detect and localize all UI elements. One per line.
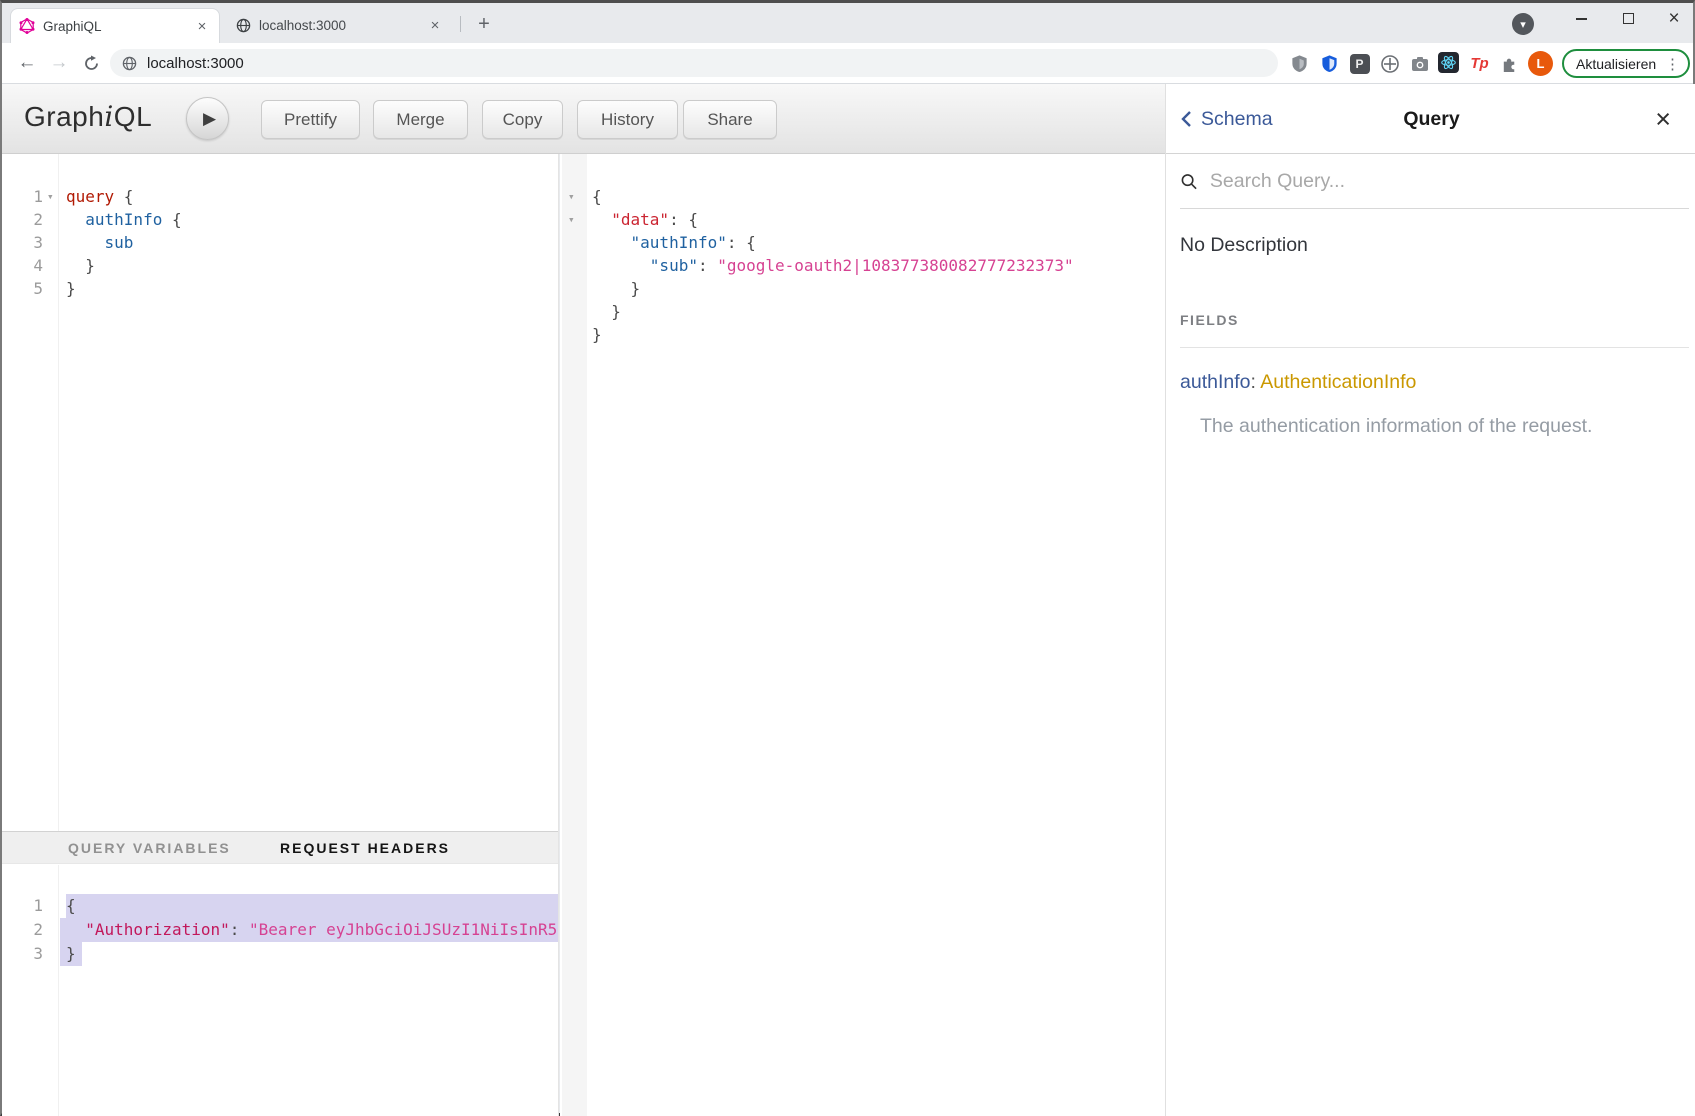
doc-no-description: No Description (1180, 234, 1308, 257)
doc-search-box (1180, 154, 1689, 209)
extension-picker-icon[interactable] (1378, 52, 1401, 75)
line-number: 1 (2, 185, 43, 208)
line-number: 3 (2, 231, 43, 254)
tab-close-icon[interactable]: × (193, 17, 211, 35)
doc-field-row: authInfo: AuthenticationInfo (1180, 371, 1416, 394)
code-line: } (592, 277, 640, 300)
code-line: { (592, 185, 602, 208)
browser-tab-graphiql[interactable]: GraphiQL × (10, 8, 220, 43)
code-line: } (66, 254, 95, 277)
reload-button[interactable] (76, 48, 106, 78)
profile-avatar[interactable]: L (1528, 51, 1553, 76)
window-chevron-icon[interactable]: ▾ (1512, 13, 1534, 35)
globe-icon (236, 18, 251, 33)
line-number: 2 (2, 208, 43, 231)
graphiql-logo: GraphiQL (24, 100, 152, 133)
doc-divider (1180, 347, 1689, 348)
query-editor[interactable]: 1 2 3 4 5 ▾ query { authInfo { sub } } (2, 154, 559, 831)
tab-title: GraphiQL (43, 19, 193, 34)
extension-bitwarden-icon[interactable] (1318, 52, 1341, 75)
graphiql-topbar: GraphiQL ▶ Prettify Merge Copy History S… (2, 84, 1165, 154)
copy-button[interactable]: Copy (482, 100, 563, 139)
tab-close-icon[interactable]: × (426, 17, 444, 35)
window-minimize-button[interactable] (1560, 3, 1602, 34)
graphql-favicon (19, 18, 35, 34)
extensions-puzzle-icon[interactable] (1498, 52, 1521, 75)
code-line: sub (66, 231, 133, 254)
doc-close-button[interactable]: × (1655, 84, 1671, 154)
fold-arrow-icon[interactable]: ▾ (47, 185, 54, 208)
search-icon (1180, 172, 1198, 191)
new-tab-button[interactable]: + (470, 10, 498, 38)
extension-ublock-icon[interactable] (1288, 52, 1311, 75)
doc-search-input[interactable] (1210, 170, 1689, 193)
request-headers-editor[interactable]: 1 2 3 { "Authorization": "Bearer eyJhbGc… (2, 865, 558, 1116)
browser-toolbar: ← → localhost:3000 P (2, 43, 1693, 84)
variables-tab-bar: QUERY VARIABLES REQUEST HEADERS (2, 831, 558, 864)
window-maximize-button[interactable] (1607, 3, 1649, 34)
code-line: authInfo { (66, 208, 182, 231)
play-icon: ▶ (203, 109, 216, 129)
update-button[interactable]: Aktualisieren ⋮ (1562, 49, 1690, 78)
browser-tab-localhost[interactable]: localhost:3000 × (228, 8, 452, 43)
line-number: 2 (2, 918, 43, 942)
tab-divider (460, 16, 461, 32)
code-line: query { (66, 185, 133, 208)
forward-button[interactable]: → (44, 48, 74, 78)
line-number: 3 (2, 942, 43, 966)
doc-field-type-link[interactable]: AuthenticationInfo (1260, 371, 1416, 393)
browser-window: GraphiQL × localhost:3000 × + ▾ × ← → (0, 0, 1695, 1116)
minimize-icon (1576, 18, 1587, 20)
maximize-icon (1623, 13, 1634, 24)
code-line: "sub": "google-oauth2|108377380082777232… (592, 254, 1074, 277)
fold-arrow-icon[interactable]: ▾ (568, 185, 575, 208)
window-close-button[interactable]: × (1653, 3, 1695, 34)
address-url: localhost:3000 (147, 55, 244, 72)
doc-explorer-panel: Schema Query × No Description FIELDS aut… (1165, 84, 1695, 1116)
prettify-button[interactable]: Prettify (261, 100, 360, 139)
line-number: 5 (2, 277, 43, 300)
globe-icon (122, 56, 137, 71)
merge-button[interactable]: Merge (373, 100, 468, 139)
doc-field-name-link[interactable]: authInfo (1180, 371, 1250, 393)
line-number: 1 (2, 894, 43, 918)
update-button-label: Aktualisieren (1576, 56, 1656, 72)
line-number: 4 (2, 254, 43, 277)
code-line: } (66, 942, 76, 966)
tab-title: localhost:3000 (259, 18, 426, 33)
tab-request-headers[interactable]: REQUEST HEADERS (280, 832, 450, 863)
doc-field-description: The authentication information of the re… (1200, 415, 1592, 438)
history-button[interactable]: History (577, 100, 678, 139)
fold-arrow-icon[interactable]: ▾ (568, 208, 575, 231)
extension-tp-icon[interactable]: Tp (1468, 52, 1491, 75)
menu-kebab-icon[interactable]: ⋮ (1665, 55, 1680, 73)
code-line: { (66, 894, 76, 918)
code-line: "data": { (592, 208, 698, 231)
address-bar[interactable]: localhost:3000 (110, 49, 1278, 77)
back-button[interactable]: ← (12, 48, 42, 78)
browser-tab-strip: GraphiQL × localhost:3000 × + ▾ × (2, 3, 1693, 43)
share-button[interactable]: Share (683, 100, 777, 139)
tab-query-variables[interactable]: QUERY VARIABLES (68, 832, 231, 863)
doc-explorer-header: Schema Query × (1166, 84, 1695, 154)
extension-p-icon[interactable]: P (1348, 52, 1371, 75)
code-line: "authInfo": { (592, 231, 756, 254)
variables-section: QUERY VARIABLES REQUEST HEADERS 1 2 3 { … (2, 831, 559, 1116)
doc-title: Query (1166, 84, 1695, 154)
doc-fields-label: FIELDS (1180, 312, 1239, 328)
extension-react-devtools-icon[interactable] (1438, 52, 1459, 73)
result-viewer[interactable]: ▾ ▾ { "data": { "authInfo": { "sub": "go… (560, 154, 1165, 1116)
selection-highlight (66, 894, 558, 918)
result-fold-gutter (562, 154, 587, 1116)
code-line: } (592, 300, 621, 323)
execute-query-button[interactable]: ▶ (186, 97, 229, 140)
extension-screenshot-icon[interactable] (1408, 52, 1431, 75)
code-line: } (66, 277, 76, 300)
query-editor-gutter: 1 2 3 4 5 ▾ (2, 154, 59, 831)
headers-editor-gutter: 1 2 3 (2, 865, 59, 1116)
reload-icon (83, 55, 100, 72)
code-line: "Authorization": "Bearer eyJhbGciOiJSUzI… (66, 918, 559, 942)
code-line: } (592, 323, 602, 346)
